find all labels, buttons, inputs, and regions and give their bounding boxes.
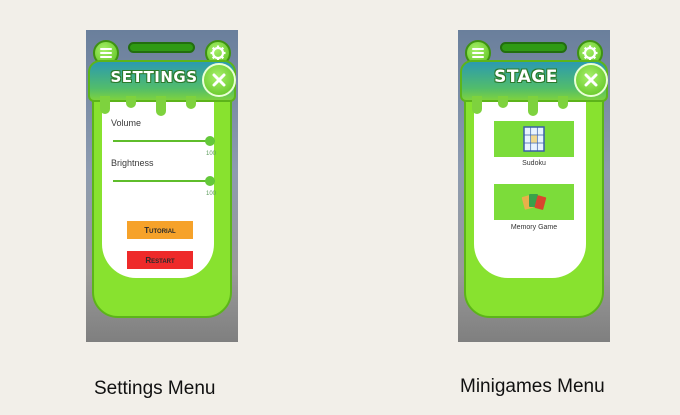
sudoku-game-button[interactable] [494, 121, 574, 157]
top-progress-bar [128, 42, 195, 53]
slime-drip [186, 96, 196, 109]
slime-drip [100, 96, 110, 114]
brightness-slider-handle[interactable] [205, 176, 215, 186]
brightness-value: 100 [206, 191, 217, 197]
minigames-caption: Minigames Menu [460, 376, 605, 397]
slime-drip [472, 96, 482, 114]
tutorial-button[interactable]: Tutorial [127, 221, 193, 239]
gear-icon [210, 45, 226, 61]
brightness-slider[interactable] [113, 176, 215, 186]
minigames-screen: STAGE Sudoku Memory Game [458, 30, 610, 342]
slider-track [113, 140, 215, 142]
restart-button[interactable]: Restart [127, 251, 193, 269]
top-progress-bar [500, 42, 567, 53]
stage-title: STAGE [494, 67, 558, 87]
brightness-label: Brightness [111, 158, 154, 168]
playing-cards-icon [521, 194, 547, 210]
volume-label: Volume [111, 118, 142, 128]
gear-icon [582, 45, 598, 61]
slime-drip [126, 96, 136, 108]
volume-slider[interactable] [113, 136, 215, 146]
close-icon [584, 73, 598, 87]
slime-drip [498, 96, 508, 108]
close-button[interactable] [202, 63, 236, 97]
slime-drip [558, 96, 568, 109]
slime-drip [528, 96, 538, 116]
sudoku-grid-icon [523, 126, 545, 152]
sudoku-label: Sudoku [522, 160, 546, 167]
close-icon [212, 73, 226, 87]
settings-title: SETTINGS [110, 68, 198, 86]
settings-screen: SETTINGS Volume 100 Brightness 100 Tutor… [86, 30, 238, 342]
memory-game-button[interactable] [494, 184, 574, 220]
settings-caption: Settings Menu [94, 378, 216, 399]
slider-track [113, 180, 215, 182]
volume-slider-handle[interactable] [205, 136, 215, 146]
close-button[interactable] [574, 63, 608, 97]
list-icon [472, 48, 484, 58]
slime-drip [156, 96, 166, 116]
memory-game-label: Memory Game [510, 224, 558, 231]
list-icon [100, 48, 112, 58]
volume-value: 100 [206, 151, 217, 157]
